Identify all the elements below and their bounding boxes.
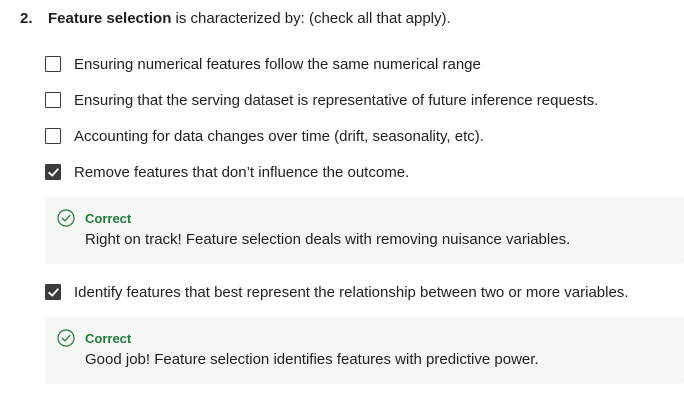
option-5[interactable]: Identify features that best represent th… bbox=[45, 282, 684, 302]
checkbox-checked[interactable] bbox=[45, 284, 61, 300]
check-circle-icon bbox=[57, 329, 75, 347]
feedback-message: Right on track! Feature selection deals … bbox=[85, 231, 571, 248]
checkbox-unchecked[interactable] bbox=[45, 56, 61, 72]
option-label: Ensuring numerical features follow the s… bbox=[74, 55, 481, 73]
option-label: Remove features that don’t influence the… bbox=[74, 163, 410, 181]
feedback-panel: Correct Good job! Feature selection iden… bbox=[45, 317, 684, 384]
checkmark-icon bbox=[47, 287, 59, 297]
question-keyword: Feature selection bbox=[48, 10, 172, 27]
checkbox-unchecked[interactable] bbox=[45, 128, 61, 144]
option-3[interactable]: Accounting for data changes over time (d… bbox=[45, 126, 684, 146]
feedback-header: Correct bbox=[57, 209, 131, 227]
feedback-message: Good job! Feature selection identifies f… bbox=[85, 351, 539, 368]
check-circle-icon bbox=[57, 209, 75, 227]
feedback-header: Correct bbox=[57, 329, 131, 347]
question-rest: is characterized by: (check all that app… bbox=[171, 10, 451, 27]
option-4[interactable]: Remove features that don’t influence the… bbox=[45, 162, 684, 182]
option-1[interactable]: Ensuring numerical features follow the s… bbox=[45, 54, 684, 74]
option-label: Accounting for data changes over time (d… bbox=[74, 127, 484, 145]
feedback-status: Correct bbox=[85, 210, 132, 226]
question-number: 2. bbox=[20, 10, 33, 27]
checkbox-checked[interactable] bbox=[45, 164, 61, 180]
question-header: 2. Feature selection is characterized by… bbox=[20, 9, 684, 29]
option-label: Ensuring that the serving dataset is rep… bbox=[74, 91, 599, 109]
question-text: Feature selection is characterized by: (… bbox=[48, 9, 451, 29]
checkmark-icon bbox=[47, 167, 59, 177]
feedback-panel: Correct Right on track! Feature selectio… bbox=[45, 197, 684, 264]
checkbox-unchecked[interactable] bbox=[45, 92, 61, 108]
option-2[interactable]: Ensuring that the serving dataset is rep… bbox=[45, 90, 684, 110]
feedback-status: Correct bbox=[85, 330, 132, 346]
option-label: Identify features that best represent th… bbox=[74, 283, 629, 301]
